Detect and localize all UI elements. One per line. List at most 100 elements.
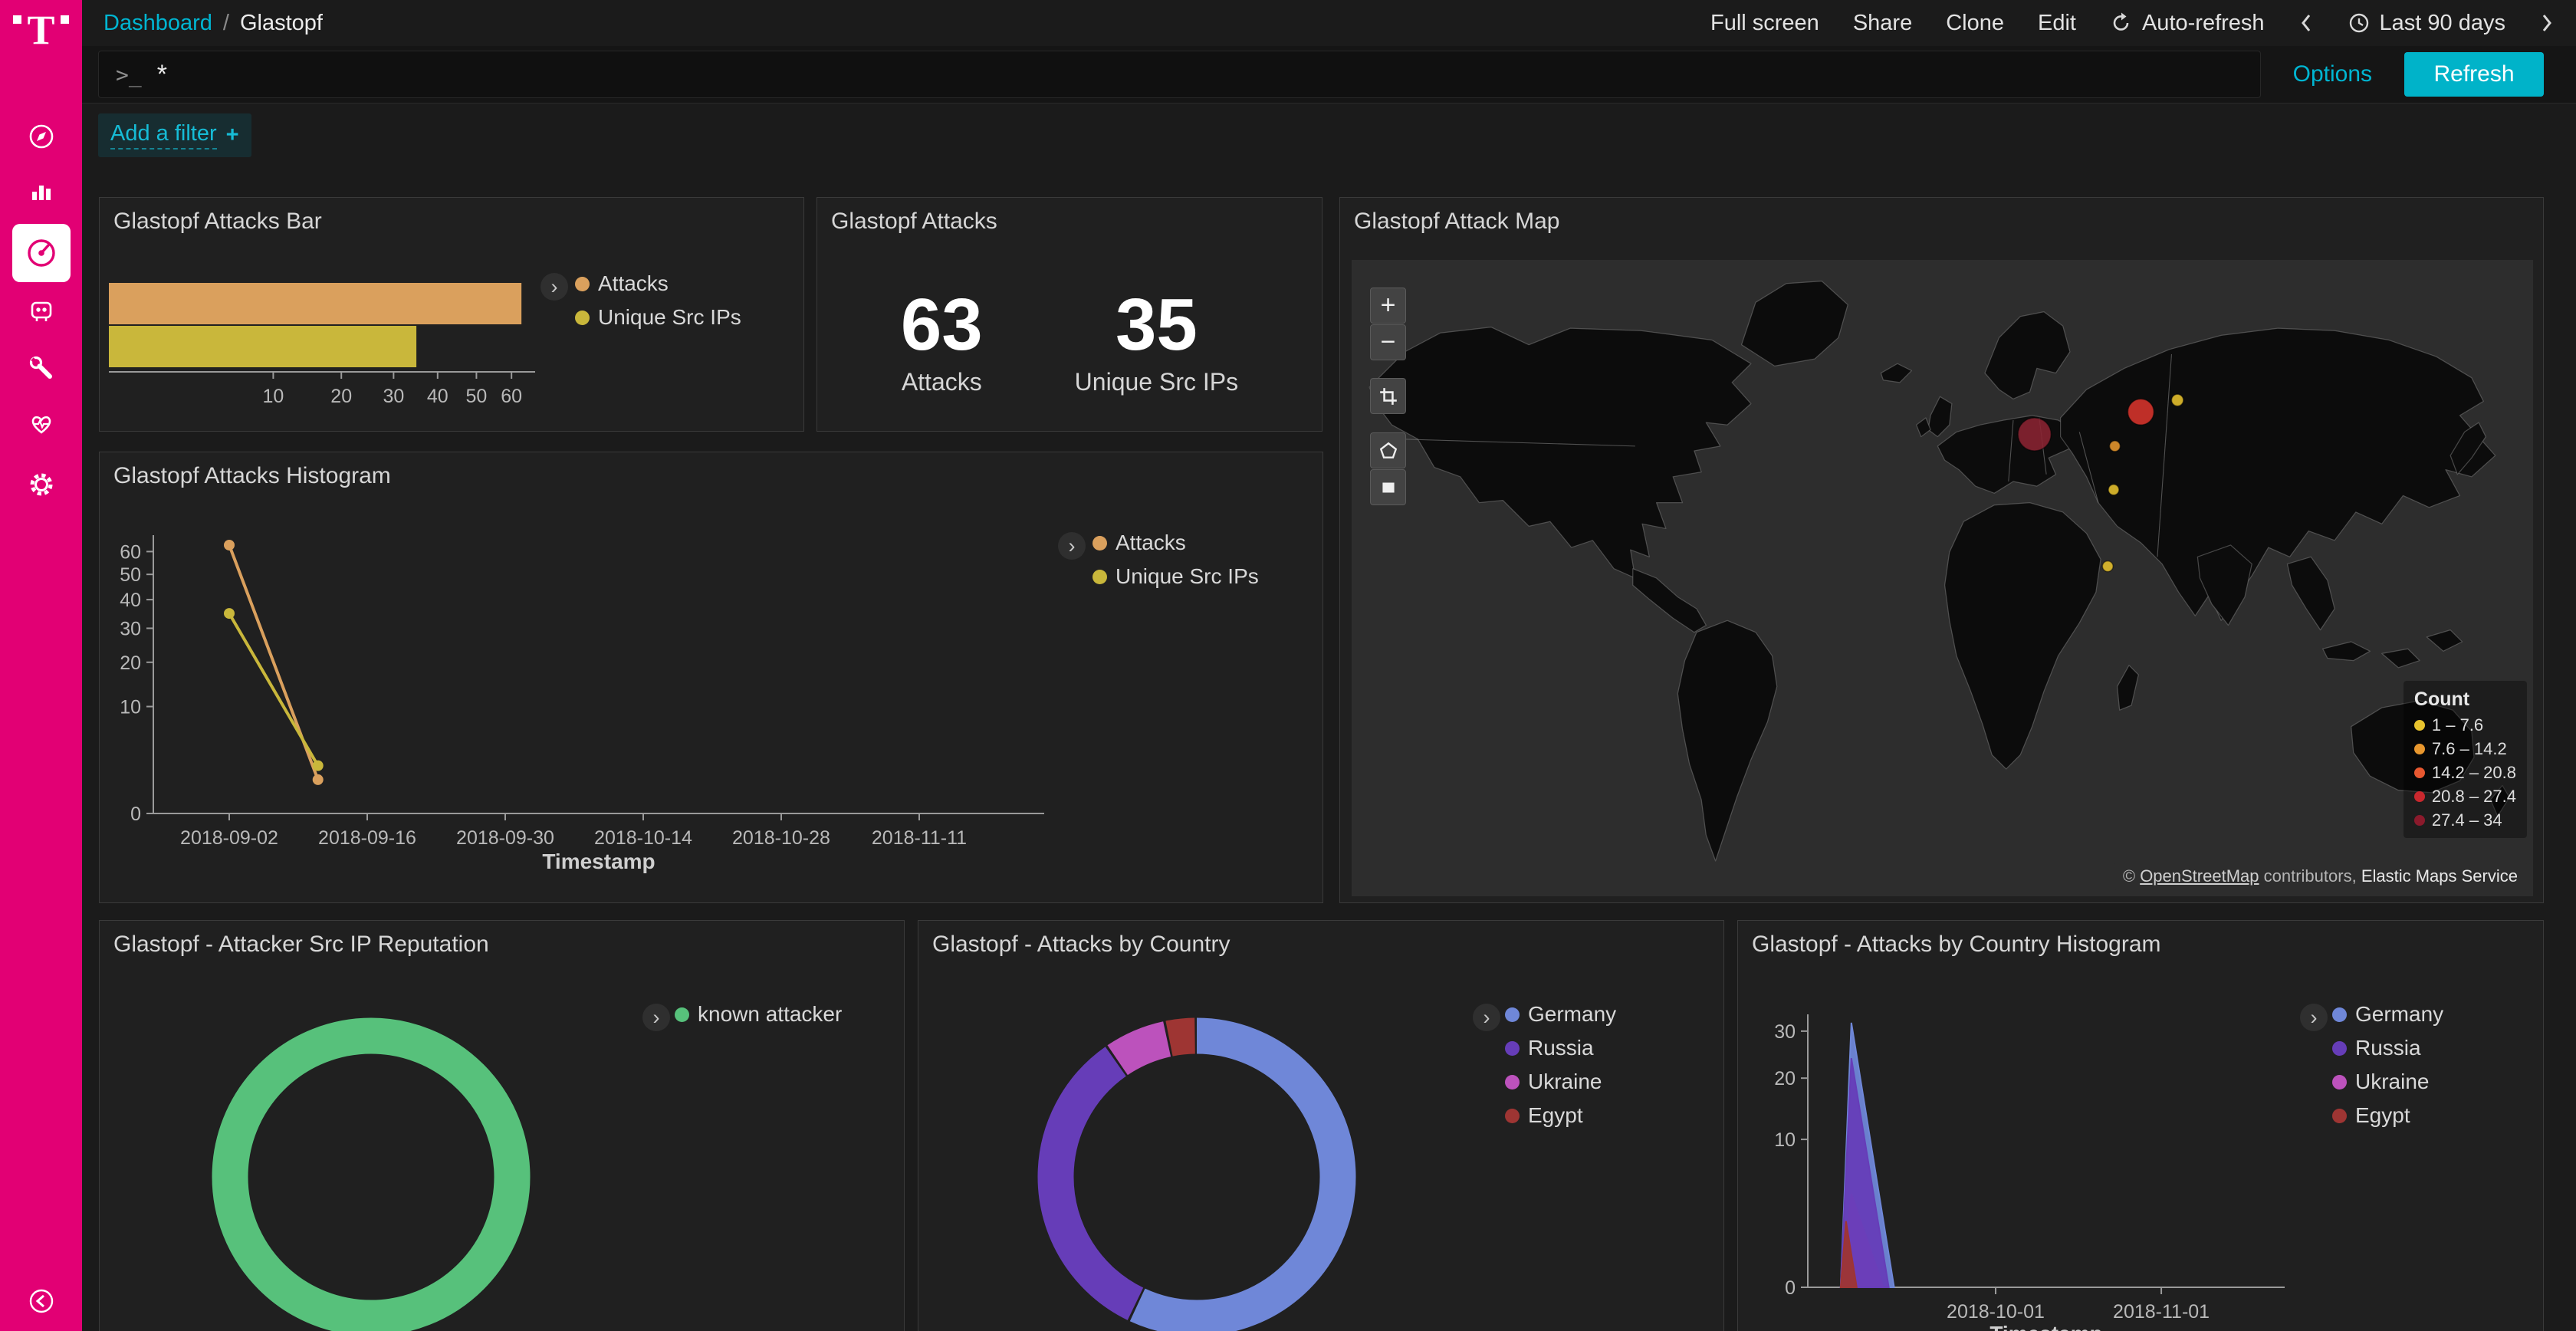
data-point[interactable]: [313, 761, 324, 771]
legend-item[interactable]: Russia: [2332, 1036, 2443, 1060]
x-tick-label: 50: [466, 386, 488, 407]
map-marker[interactable]: [2171, 394, 2183, 406]
sidebar-item-monitoring[interactable]: [26, 409, 57, 439]
time-back-button[interactable]: [2298, 11, 2314, 35]
legend-dot: [575, 277, 590, 291]
continents: [1369, 281, 2509, 861]
chart-legend: Attacks Unique Src IPs: [1092, 531, 1259, 589]
metric-value: 63: [901, 288, 983, 362]
refresh-button[interactable]: Refresh: [2404, 52, 2544, 97]
pie-slice-known attacker[interactable]: [230, 1036, 512, 1318]
legend-label: Russia: [2355, 1036, 2421, 1060]
legend-dot: [1092, 570, 1107, 584]
line-chart[interactable]: 01020304050602018-09-022018-09-162018-09…: [100, 452, 1322, 902]
legend-label: known attacker: [698, 1002, 842, 1027]
legend-toggle-button[interactable]: ›: [1473, 1004, 1500, 1031]
legend-toggle-button[interactable]: ›: [2300, 1004, 2328, 1031]
chart-legend: known attacker: [675, 1002, 842, 1027]
clock-icon: [2348, 12, 2371, 35]
auto-refresh-button[interactable]: Auto-refresh: [2110, 11, 2265, 36]
time-range-label: Last 90 days: [2380, 11, 2505, 36]
y-tick-label: 60: [120, 541, 141, 563]
legend-item[interactable]: Attacks: [1092, 531, 1259, 555]
legend-item[interactable]: Unique Src IPs: [575, 305, 741, 330]
time-range-picker[interactable]: Last 90 days: [2348, 11, 2505, 36]
map-marker[interactable]: [2110, 441, 2121, 452]
map-attribution: © OpenStreetMap contributors, Elastic Ma…: [2114, 863, 2527, 890]
chart-legend: Germany Russia Ukraine Egypt: [2332, 1002, 2443, 1128]
map-marker[interactable]: [2108, 485, 2119, 495]
legend-item[interactable]: Germany: [1505, 1002, 1616, 1027]
world-map[interactable]: + − Count 1 – 7.67.6 – 14.214.2 – 20.820…: [1352, 260, 2533, 896]
edit-button[interactable]: Edit: [2038, 11, 2076, 36]
app-sidebar: T: [0, 0, 82, 1331]
data-point[interactable]: [224, 608, 235, 619]
legend-dot: [2332, 1075, 2347, 1089]
metric-label: Attacks: [901, 368, 983, 396]
clone-button[interactable]: Clone: [1946, 11, 2004, 36]
legend-toggle-button[interactable]: ›: [1058, 532, 1086, 560]
share-button[interactable]: Share: [1853, 11, 1912, 36]
map-legend-range: 20.8 – 27.4: [2432, 787, 2516, 807]
map-marker[interactable]: [2018, 418, 2051, 451]
sidebar-item-visualize[interactable]: [26, 176, 57, 206]
telekom-logo[interactable]: T: [0, 9, 82, 51]
add-filter-link[interactable]: Add a filter +: [98, 113, 251, 157]
data-point[interactable]: [224, 540, 235, 550]
bar-Attacks[interactable]: [109, 283, 521, 324]
panel-title: Glastopf - Attacker Src IP Reputation: [113, 932, 489, 958]
map-marker[interactable]: [2102, 561, 2113, 572]
legend-toggle-button[interactable]: ›: [642, 1004, 670, 1031]
legend-item[interactable]: Ukraine: [1505, 1070, 1616, 1094]
bar-chart[interactable]: 102030405060: [109, 278, 538, 416]
add-filter-label: Add a filter: [110, 121, 217, 150]
sidebar-item-timelion[interactable]: [26, 295, 57, 326]
panel-attacks-histogram: Glastopf Attacks Histogram 0102030405060…: [99, 452, 1323, 903]
legend-item[interactable]: Unique Src IPs: [1092, 564, 1259, 589]
legend-label: Germany: [2355, 1002, 2443, 1027]
sidebar-item-discover[interactable]: [26, 121, 57, 152]
series-line-Unique Src IPs[interactable]: [229, 613, 318, 766]
breadcrumb-dashboard-link[interactable]: Dashboard: [104, 11, 212, 36]
x-tick-label: 10: [262, 386, 284, 407]
time-forward-button[interactable]: [2539, 11, 2555, 35]
legend-item[interactable]: Egypt: [1505, 1103, 1616, 1128]
options-link[interactable]: Options: [2293, 61, 2372, 87]
donut-chart[interactable]: [1034, 1014, 1359, 1331]
bar-Unique Src IPs[interactable]: [109, 326, 416, 367]
zoom-out-button[interactable]: −: [1370, 324, 1406, 360]
donut-chart[interactable]: [209, 1014, 534, 1331]
legend-item[interactable]: known attacker: [675, 1002, 842, 1027]
legend-item[interactable]: Egypt: [2332, 1103, 2443, 1128]
zoom-in-button[interactable]: +: [1370, 288, 1406, 324]
sidebar-item-dashboard-active[interactable]: [12, 224, 71, 282]
legend-item[interactable]: Russia: [1505, 1036, 1616, 1060]
polygon-icon: [1378, 441, 1398, 461]
rectangle-select-button[interactable]: [1370, 469, 1406, 505]
legend-dot: [1505, 1109, 1520, 1123]
data-point[interactable]: [313, 774, 324, 785]
legend-dot: [2332, 1109, 2347, 1123]
search-input[interactable]: >_ *: [98, 51, 2261, 98]
legend-item[interactable]: Germany: [2332, 1002, 2443, 1027]
y-tick-label: 0: [130, 804, 141, 825]
sidebar-item-dev-tools[interactable]: [26, 353, 57, 383]
collapse-sidebar-button[interactable]: [26, 1286, 57, 1316]
legend-toggle-button[interactable]: ›: [540, 273, 568, 301]
legend-label: Egypt: [2355, 1103, 2410, 1128]
map-canvas: [1352, 260, 2533, 896]
filter-bar: Add a filter +: [82, 104, 2576, 166]
openstreetmap-link[interactable]: OpenStreetMap: [2140, 866, 2259, 886]
metric-label: Unique Src IPs: [1075, 368, 1238, 396]
x-tick-label: 30: [383, 386, 404, 407]
legend-item[interactable]: Ukraine: [2332, 1070, 2443, 1094]
sidebar-item-management[interactable]: [26, 469, 57, 500]
copyright-symbol: ©: [2123, 866, 2135, 886]
legend-item[interactable]: Attacks: [575, 271, 741, 296]
chart-legend: Germany Russia Ukraine Egypt: [1505, 1002, 1616, 1128]
fit-bounds-button[interactable]: [1370, 378, 1406, 414]
polygon-select-button[interactable]: [1370, 432, 1406, 468]
full-screen-button[interactable]: Full screen: [1710, 11, 1819, 36]
legend-dot: [2332, 1007, 2347, 1022]
map-marker[interactable]: [2128, 399, 2154, 425]
